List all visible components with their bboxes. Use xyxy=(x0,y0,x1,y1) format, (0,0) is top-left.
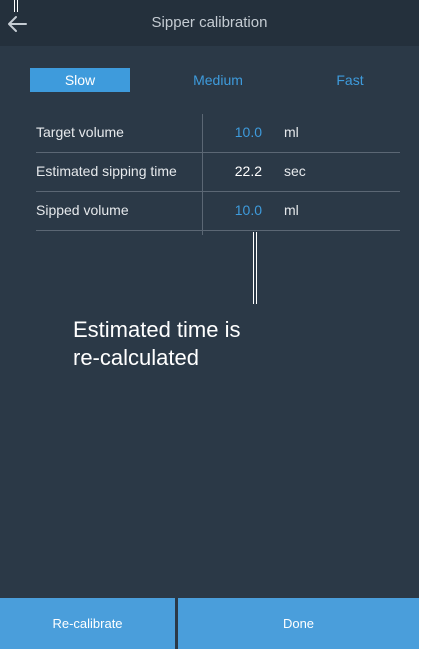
table-row-estimated-time: Estimated sipping time 22.2 sec xyxy=(36,153,400,192)
callout-pointer xyxy=(253,232,257,304)
bottom-bar: Re-calibrate Done xyxy=(0,598,419,649)
annotation-line-1: Estimated time is xyxy=(73,317,241,342)
calibration-table: Target volume 10.0 ml Estimated sipping … xyxy=(36,114,400,231)
speed-fast-button[interactable]: Fast xyxy=(300,68,400,92)
recalibrate-button[interactable]: Re-calibrate xyxy=(0,598,175,649)
row-label: Sipped volume xyxy=(36,202,129,218)
speed-selector: Slow Medium Fast xyxy=(0,68,419,94)
row-label: Target volume xyxy=(36,124,124,140)
target-volume-value[interactable]: 10.0 xyxy=(202,114,262,150)
app-screen: Sipper calibration Slow Medium Fast Targ… xyxy=(0,0,419,649)
callout-pointer-top xyxy=(14,0,18,12)
annotation-text: Estimated time is re-calculated xyxy=(73,316,293,372)
page-title: Sipper calibration xyxy=(151,14,268,31)
row-label: Estimated sipping time xyxy=(36,163,177,179)
row-unit: sec xyxy=(284,163,306,179)
row-unit: ml xyxy=(284,202,299,218)
speed-medium-button[interactable]: Medium xyxy=(168,68,268,92)
table-row-target-volume: Target volume 10.0 ml xyxy=(36,114,400,153)
annotation-line-2: re-calculated xyxy=(73,345,199,370)
speed-slow-button[interactable]: Slow xyxy=(30,68,130,92)
column-divider xyxy=(202,114,203,235)
estimated-time-value: 22.2 xyxy=(234,163,262,179)
sipped-volume-value[interactable]: 10.0 xyxy=(202,192,262,228)
table-row-sipped-volume: Sipped volume 10.0 ml xyxy=(36,192,400,231)
row-unit: ml xyxy=(284,124,299,140)
done-button[interactable]: Done xyxy=(178,598,419,649)
top-bar: Sipper calibration xyxy=(0,0,419,46)
